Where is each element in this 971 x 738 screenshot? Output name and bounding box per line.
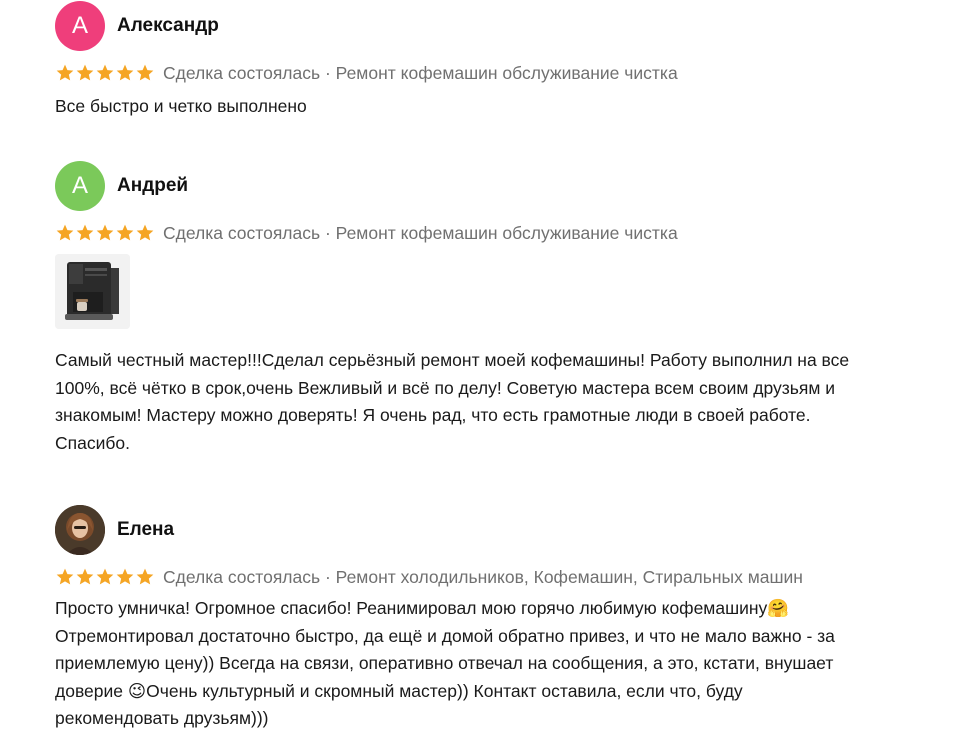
star-icon bbox=[116, 224, 134, 241]
reviews-list: А Александр Сделка состоялась · Ремонт к… bbox=[0, 0, 971, 738]
author-name[interactable]: Андрей bbox=[117, 175, 188, 197]
review-meta: Сделка состоялась · Ремонт кофемашин обс… bbox=[55, 221, 945, 245]
review-photo[interactable] bbox=[55, 254, 130, 329]
review-header: А Александр bbox=[55, 1, 945, 51]
review-meta: Сделка состоялась · Ремонт холодильников… bbox=[55, 565, 945, 589]
star-icon bbox=[76, 568, 94, 585]
avatar[interactable]: А bbox=[55, 1, 105, 51]
star-icon bbox=[116, 64, 134, 81]
deal-info: Сделка состоялась · Ремонт холодильников… bbox=[163, 566, 803, 587]
rating-stars bbox=[55, 223, 155, 243]
deal-info: Сделка состоялась · Ремонт кофемашин обс… bbox=[163, 62, 678, 83]
star-icon bbox=[116, 568, 134, 585]
coffee-machine-photo-icon bbox=[55, 254, 130, 329]
star-icon bbox=[136, 224, 154, 241]
author-name[interactable]: Елена bbox=[117, 519, 174, 541]
star-icon bbox=[56, 224, 74, 241]
review-text: Просто умничка! Огромное спасибо! Реаним… bbox=[55, 598, 835, 728]
review-text: Самый честный мастер!!!Сделал серьёзный … bbox=[55, 350, 850, 453]
review-meta: Сделка состоялась · Ремонт кофемашин обс… bbox=[55, 61, 945, 85]
star-icon bbox=[136, 568, 154, 585]
avatar[interactable]: А bbox=[55, 161, 105, 211]
star-icon bbox=[96, 224, 114, 241]
star-icon bbox=[76, 64, 94, 81]
review-text: Все быстро и четко выполнено bbox=[55, 96, 307, 116]
rating-stars bbox=[55, 63, 155, 83]
deal-info: Сделка состоялась · Ремонт кофемашин обс… bbox=[163, 222, 678, 243]
author-name[interactable]: Александр bbox=[117, 15, 219, 37]
star-icon bbox=[56, 64, 74, 81]
star-icon bbox=[136, 64, 154, 81]
user-photo-avatar-icon bbox=[55, 505, 105, 555]
star-icon bbox=[96, 64, 114, 81]
review-item: Елена Сделка состоялась · Ремонт холодил… bbox=[55, 505, 945, 733]
star-icon bbox=[76, 224, 94, 241]
star-icon bbox=[56, 568, 74, 585]
review-header: А Андрей bbox=[55, 161, 945, 211]
review-header: Елена bbox=[55, 505, 945, 555]
review-item: А Андрей Сделка состоялась · Ремонт кофе… bbox=[55, 161, 945, 457]
rating-stars bbox=[55, 567, 155, 587]
star-icon bbox=[96, 568, 114, 585]
avatar[interactable] bbox=[55, 505, 105, 555]
review-item: А Александр Сделка состоялась · Ремонт к… bbox=[55, 1, 945, 121]
